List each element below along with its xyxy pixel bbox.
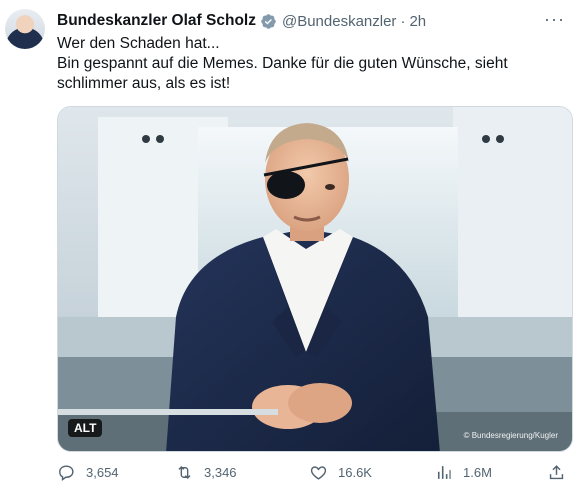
retweet-button[interactable]: 3,346 [175,463,237,482]
tweet-photo[interactable]: ALT © Bundesregierung/Kugler [57,106,573,452]
reply-count: 3,654 [86,465,119,480]
tweet-header: Bundeskanzler Olaf Scholz @Bundeskanzler… [57,10,426,32]
photo-credit: © Bundesregierung/Kugler [463,431,558,440]
reply-button[interactable]: 3,654 [57,463,119,482]
share-icon [549,465,564,480]
tweet-actions: 3,654 3,346 16.6K 1.6M [57,463,573,487]
tweet-time[interactable]: 2h [409,13,426,30]
tweet: Bundeskanzler Olaf Scholz @Bundeskanzler… [0,0,581,497]
like-count: 16.6K [338,465,372,480]
separator-dot: · [400,12,406,30]
photo-scholz-eye-patch [58,107,572,451]
tweet-text-line: Wer den Schaden hat... [57,35,220,52]
author-avatar[interactable] [5,9,45,49]
author-name[interactable]: Bundeskanzler Olaf Scholz [57,12,256,30]
author-handle[interactable]: @Bundeskanzler [282,13,396,30]
retweet-count: 3,346 [204,465,237,480]
reply-icon [59,465,74,482]
views-count: 1.6M [463,465,492,480]
tweet-text-line: Bin gespannt auf die Memes. Danke für di… [57,55,512,92]
views-button[interactable]: 1.6M [434,463,492,482]
retweet-icon [178,465,191,480]
share-button[interactable] [547,463,566,482]
like-button[interactable]: 16.6K [309,463,372,482]
alt-text-button[interactable]: ALT [68,419,103,437]
views-chart-icon [437,466,451,479]
more-options-icon[interactable]: ··· [544,9,565,30]
heart-icon [310,466,327,480]
verified-badge-icon [261,13,276,29]
tweet-text: Wer den Schaden hat... Bin gespannt auf … [57,34,557,94]
